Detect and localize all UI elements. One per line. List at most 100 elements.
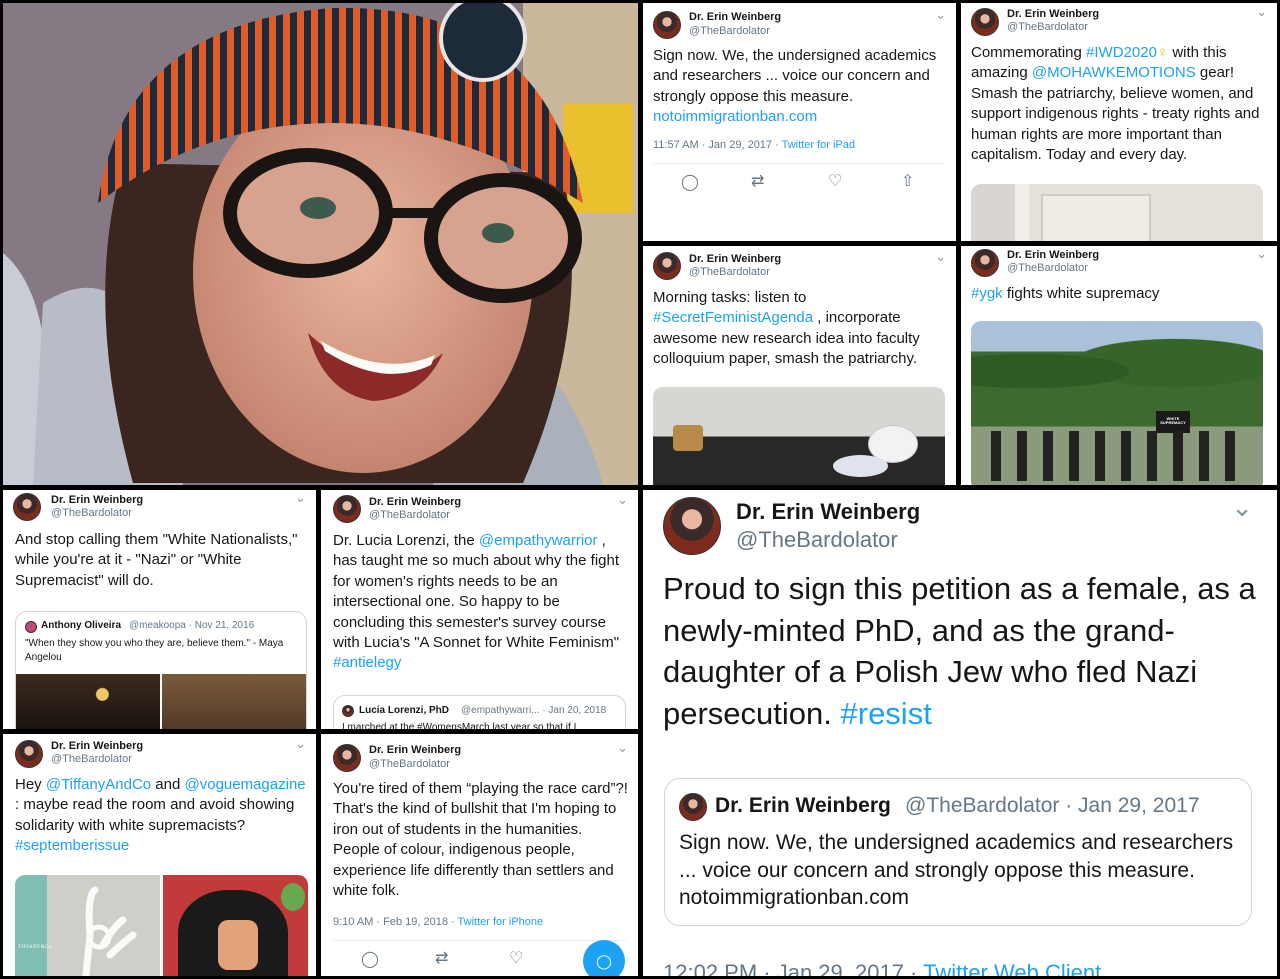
meme-frog: [281, 883, 305, 911]
mention[interactable]: @voguemagazine: [185, 776, 306, 793]
avatar[interactable]: [333, 495, 361, 523]
avatar[interactable]: [971, 8, 999, 36]
chevron-down-icon[interactable]: ⌄: [617, 492, 628, 508]
tweet-card-2: Dr. Erin Weinberg @TheBardolator ⌄ Comme…: [961, 3, 1277, 241]
quote-text: I marched at the #WomensMarch last year …: [342, 722, 577, 729]
quoted-tweet[interactable]: Anthony Oliveira @meakoopa · Nov 21, 201…: [15, 611, 307, 729]
tweet-image[interactable]: WHITE SUPREMACY: [971, 321, 1263, 485]
share-icon[interactable]: ⇧: [901, 171, 914, 191]
retweet-icon[interactable]: ⇄: [751, 171, 764, 191]
author-handle[interactable]: @TheBardolator: [51, 507, 132, 519]
chevron-down-icon[interactable]: ⌄: [617, 740, 628, 756]
like-icon[interactable]: ♡: [828, 171, 842, 191]
avatar[interactable]: [971, 249, 999, 277]
chevron-down-icon[interactable]: ⌄: [1256, 4, 1267, 20]
author-name[interactable]: Dr. Erin Weinberg: [1007, 8, 1099, 20]
crowd: [991, 431, 1241, 481]
tweet-body: Dr. Lucia Lorenzi, the: [333, 532, 479, 549]
tweet-timestamp: 12:02 PM · Jan 29, 2017 · Twitter Web Cl…: [663, 960, 1101, 976]
quoted-tweet[interactable]: Lucia Lorenzi, PhD @empathywarri... · Ja…: [333, 695, 626, 729]
tweet-text: You're tired of them “playing the race c…: [333, 780, 628, 899]
candle: [673, 425, 703, 451]
tweet-image[interactable]: TIFFANY&Co.: [15, 875, 308, 976]
reply-icon[interactable]: ◯: [681, 172, 699, 192]
quote-body: Sign now. We, the undersigned academics …: [679, 831, 1234, 882]
author-handle[interactable]: @TheBardolator: [1007, 21, 1088, 33]
reply-icon[interactable]: ◯: [361, 949, 379, 969]
author-name[interactable]: Dr. Erin Weinberg: [51, 494, 143, 506]
protest-sign-text: WHITE SUPREMACY: [1160, 416, 1186, 426]
tweet-source[interactable]: Twitter for iPhone: [458, 916, 544, 928]
hashtag[interactable]: #antielegy: [333, 654, 401, 671]
avatar[interactable]: [653, 11, 681, 39]
tweet-text: Sign now. We, the undersigned academics …: [653, 46, 943, 128]
author-name[interactable]: Dr. Erin Weinberg: [369, 744, 461, 756]
tiffany-image: TIFFANY&Co.: [15, 875, 160, 976]
hashtag[interactable]: #ygk: [971, 285, 1003, 302]
quote-author-handle: @empathywarri... · Jan 20, 2018: [461, 705, 607, 716]
author-handle[interactable]: @TheBardolator: [51, 753, 132, 765]
like-icon[interactable]: ♡: [509, 948, 523, 968]
avatar[interactable]: [15, 740, 43, 768]
avatar[interactable]: [663, 497, 721, 555]
author-handle[interactable]: @TheBardolator: [369, 758, 450, 770]
tweet-body: : maybe read the room and avoid showing …: [15, 796, 295, 834]
author-name[interactable]: Dr. Erin Weinberg: [689, 11, 781, 23]
mention[interactable]: @TiffanyAndCo: [46, 776, 151, 793]
author-handle[interactable]: @TheBardolator: [736, 527, 898, 553]
hashtag[interactable]: #IWD2020: [1086, 44, 1157, 61]
quote-author-handle: @meakoopa · Nov 21, 2016: [129, 620, 255, 631]
tweet-card-5: Dr. Erin Weinberg @TheBardolator ⌄ And s…: [3, 490, 316, 729]
tweet-text: Hey @TiffanyAndCo and @voguemagazine : m…: [15, 775, 310, 857]
avatar[interactable]: [13, 493, 41, 521]
tweet-card-8: Dr. Erin Weinberg @TheBardolator ⌄ You'r…: [321, 734, 638, 976]
author-name[interactable]: Dr. Erin Weinberg: [51, 740, 143, 752]
author-name[interactable]: Dr. Erin Weinberg: [736, 499, 920, 525]
quote-author-name: Anthony Oliveira: [41, 620, 122, 631]
chevron-down-icon[interactable]: ⌄: [1256, 246, 1267, 262]
quote-image-right: [162, 674, 306, 729]
compose-tweet-button[interactable]: ◯: [583, 940, 625, 976]
hashtag[interactable]: #resist: [841, 696, 932, 731]
tweet-body: and: [151, 776, 185, 793]
chevron-down-icon[interactable]: ⌄: [1231, 492, 1253, 523]
tweet-source[interactable]: Twitter Web Client: [923, 960, 1101, 976]
chevron-down-icon[interactable]: ⌄: [295, 736, 306, 752]
quoted-tweet[interactable]: Dr. Erin Weinberg @TheBardolator · Jan 2…: [664, 778, 1252, 926]
tweet-source[interactable]: Twitter for iPad: [782, 139, 855, 151]
author-handle[interactable]: @TheBardolator: [369, 509, 450, 521]
tweet-body: Proud to sign this petition as a female,…: [663, 571, 1256, 731]
quote-text: Sign now. We, the undersigned academics …: [679, 829, 1239, 912]
chevron-down-icon[interactable]: ⌄: [295, 490, 306, 506]
mention[interactable]: @empathywarrior: [479, 532, 598, 549]
chevron-down-icon[interactable]: ⌄: [935, 249, 946, 265]
chevron-down-icon[interactable]: ⌄: [935, 7, 946, 23]
mention[interactable]: @MOHAWKEMOTIONS: [1032, 64, 1196, 81]
avatar[interactable]: [333, 744, 361, 772]
hashtag[interactable]: #septemberissue: [15, 837, 129, 854]
tweet-image[interactable]: [653, 387, 945, 485]
author-name[interactable]: Dr. Erin Weinberg: [1007, 249, 1099, 261]
venus-icon: ♀: [1156, 44, 1169, 61]
hashtag[interactable]: #SecretFeministAgenda: [653, 309, 813, 326]
tweet-image[interactable]: [971, 184, 1263, 241]
avatar: [342, 705, 354, 717]
timestamp-text: 9:10 AM · Feb 19, 2018 ·: [333, 916, 458, 928]
tweet-timestamp: 11:57 AM · Jan 29, 2017 · Twitter for iP…: [653, 139, 855, 151]
avatar[interactable]: [653, 252, 681, 280]
quote-link: notoimmigrationban.com: [679, 886, 909, 909]
tweet-text: Commemorating #IWD2020♀ with this amazin…: [971, 43, 1269, 165]
tweet-text: Proud to sign this petition as a female,…: [663, 568, 1261, 734]
author-name[interactable]: Dr. Erin Weinberg: [689, 253, 781, 265]
author-handle[interactable]: @TheBardolator: [1007, 262, 1088, 274]
tweet-link[interactable]: notoimmigrationban.com: [653, 108, 817, 125]
author-handle[interactable]: @TheBardolator: [689, 25, 770, 37]
tweet-text: Dr. Lucia Lorenzi, the @empathywarrior ,…: [333, 531, 628, 674]
quote-meta: @TheBardolator · Jan 29, 2017: [905, 794, 1200, 817]
retweet-icon[interactable]: ⇄: [435, 948, 448, 968]
author-name[interactable]: Dr. Erin Weinberg: [369, 496, 461, 508]
meme-image: [163, 875, 308, 976]
author-handle[interactable]: @TheBardolator: [689, 266, 770, 278]
tweet-card-4: Dr. Erin Weinberg @TheBardolator ⌄ #ygk …: [961, 246, 1277, 485]
divider: [653, 163, 943, 164]
